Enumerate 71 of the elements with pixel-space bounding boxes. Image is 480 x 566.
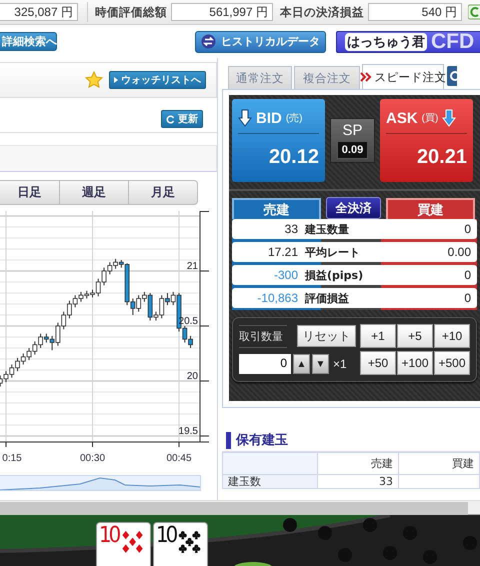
close-all-button[interactable]: 全決済 [326, 197, 381, 219]
double-chevron-icon [360, 72, 372, 82]
column-header: 買建 [398, 452, 480, 474]
sell-value: -300 [272, 268, 298, 282]
banner-logo-text: はっちゅう君 [345, 32, 427, 50]
spread-value: 0.09 [336, 141, 368, 159]
axis-label: 19.5 [178, 426, 198, 437]
period-tab[interactable]: 週足 [60, 180, 129, 205]
quantity-label: 取引数量 [239, 324, 286, 348]
column-header: 売建 [318, 452, 398, 474]
quantity-field[interactable]: 0 [239, 354, 291, 374]
period-tab[interactable]: 月足 [129, 180, 198, 205]
ask-button[interactable]: ASK (買) 20.21 [380, 99, 473, 182]
increment-button[interactable]: +500 [434, 351, 470, 375]
value-field: 561,997 円 [171, 3, 273, 21]
star-icon[interactable] [85, 71, 103, 89]
buy-value: 0.00 [446, 245, 472, 259]
refresh-icon[interactable] [468, 4, 480, 20]
axis-label: 00:30 [80, 453, 106, 464]
cfd-banner[interactable]: はっちゅう君 CFD [336, 30, 480, 52]
banner-product-text: CFD [431, 32, 474, 52]
column-header: 売建 [232, 198, 321, 219]
detail-search-button[interactable]: 詳細検索へ [0, 32, 57, 51]
increment-button[interactable]: +50 [360, 351, 396, 375]
refresh-icon [166, 114, 175, 124]
reset-button[interactable]: リセット [296, 325, 356, 348]
gear-icon[interactable] [447, 66, 457, 86]
buy-value: 0 [463, 222, 472, 236]
increment-button[interactable]: +5 [397, 324, 433, 348]
sell-value: -10,863 [256, 291, 298, 305]
axis-label: 00:45 [166, 453, 192, 464]
card-rank: 10 [156, 526, 176, 550]
down-arrow-icon [238, 109, 252, 127]
caret-icon [114, 77, 118, 83]
section-title: 保有建玉 [236, 432, 288, 449]
increase-button[interactable]: ▲ [293, 354, 310, 374]
increment-button[interactable]: +1 [360, 324, 396, 348]
row-label: 平均レート [304, 244, 361, 260]
buy-value: 0 [463, 291, 472, 305]
row-label: 評価損益 [304, 290, 350, 306]
historical-data-button[interactable]: ヒストリカルデータ [195, 30, 326, 52]
multiplier-label: ×1 [333, 357, 347, 372]
bid-button[interactable]: BID (売) 20.12 [232, 99, 325, 182]
decrease-button[interactable]: ▼ [312, 354, 329, 374]
refresh-button[interactable]: 更新 [161, 110, 203, 128]
scrollbar-thumb[interactable] [0, 502, 468, 515]
order-tab[interactable]: スピード注文 [362, 64, 444, 89]
increment-button[interactable]: +100 [397, 351, 433, 375]
table-cell: 33 [318, 474, 398, 488]
value-field: 325,087 円 [0, 3, 78, 21]
buy-value: 0 [463, 268, 472, 282]
axis-label: 21 [186, 261, 198, 272]
sell-value: 17.21 [266, 245, 298, 259]
column-header: 買建 [386, 198, 475, 219]
field-label: 時価評価総額 [95, 5, 167, 20]
axis-label: 0:15 [2, 453, 22, 464]
card-rank: 10 [99, 526, 118, 550]
value-field: 540 円 [368, 3, 462, 21]
swap-icon [201, 34, 216, 49]
row-label: 損益(pips) [304, 268, 364, 282]
down-arrow-icon [442, 109, 456, 127]
table-cell: 建玉数 [222, 474, 318, 488]
axis-label: 20 [186, 371, 198, 382]
sell-value: 33 [284, 222, 298, 236]
row-label: 建玉数量 [304, 222, 350, 236]
period-tab[interactable]: 日足 [0, 180, 60, 205]
section-marker [226, 432, 231, 448]
spread-label: SP [342, 122, 362, 139]
watchlist-button[interactable]: ウォッチリストへ [109, 71, 206, 89]
increment-button[interactable]: +10 [434, 324, 470, 348]
field-label: 本日の決済損益 [280, 5, 364, 20]
